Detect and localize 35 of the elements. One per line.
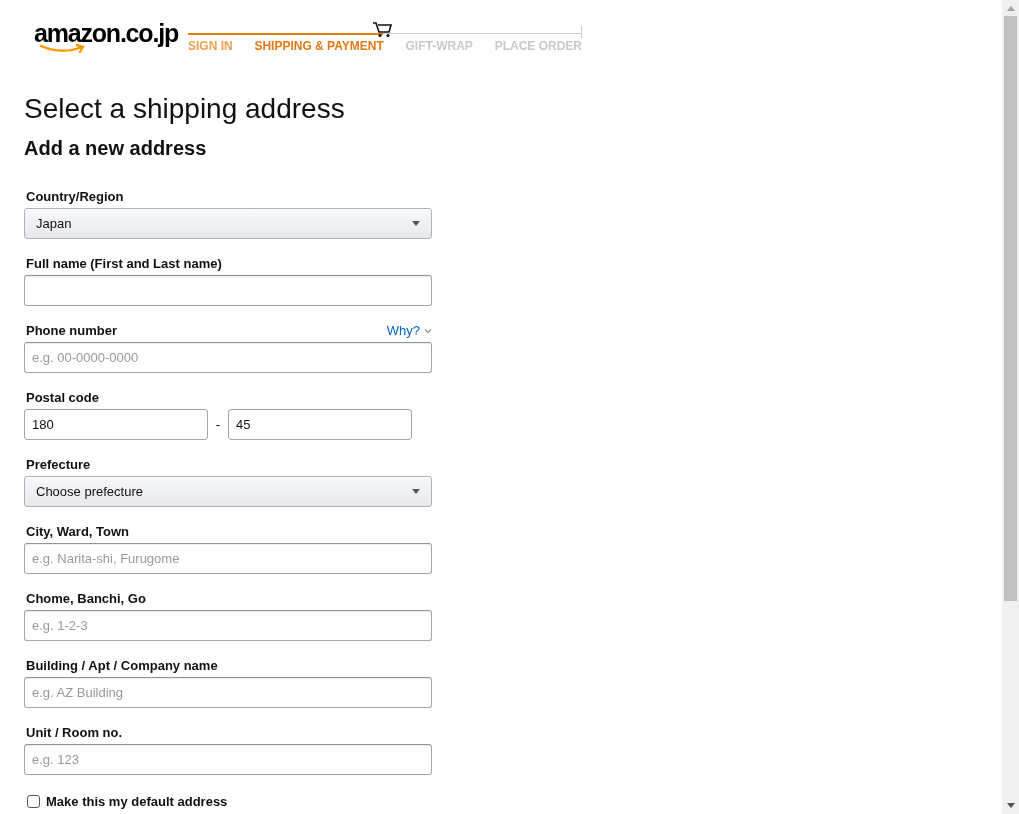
field-label: Chome, Banchi, Go (26, 591, 146, 607)
input-field[interactable]: 45 (228, 409, 412, 440)
field-label: Building / Apt / Company name (26, 658, 218, 674)
caret-icon (412, 489, 420, 494)
input-field[interactable] (24, 275, 432, 306)
input-field[interactable]: 180 (24, 409, 208, 440)
dropdown[interactable]: Japan (24, 208, 432, 239)
field-label: Full name (First and Last name) (26, 256, 222, 272)
separator-text: - (214, 415, 222, 434)
scroll-down-icon[interactable] (1006, 803, 1015, 808)
scroll-up-icon[interactable] (1006, 6, 1015, 11)
field-label: Unit / Room no. (26, 725, 123, 741)
section-heading: Add a new address (24, 136, 208, 161)
input-field[interactable]: e.g. 00-0000-0000 (24, 342, 432, 373)
caret-icon (412, 221, 420, 226)
field-label: Phone number (26, 323, 117, 339)
logo[interactable]: amazon.co.jp (34, 18, 178, 53)
progress-step: SIGN IN (187, 37, 233, 55)
checkbox-label: Make this my default address (46, 793, 228, 811)
input-field[interactable]: e.g. 1-2-3 (24, 610, 432, 641)
chevron-icon (424, 328, 432, 334)
page-title: Select a shipping address (24, 92, 346, 126)
input-field[interactable]: e.g. Narita-shi, Furugome (24, 543, 432, 574)
dropdown[interactable]: Choose prefecture (24, 476, 432, 507)
input-field[interactable]: e.g. 123 (24, 744, 432, 775)
field-label: Country/Region (26, 189, 124, 205)
progress-step: SHIPPING & PAYMENT (254, 37, 384, 55)
field-label: Postal code (26, 390, 99, 406)
cart-icon (373, 22, 393, 38)
why-link[interactable]: Why? (386, 323, 432, 339)
scrollbar[interactable] (1002, 0, 1019, 814)
field-label: Prefecture (26, 457, 91, 473)
checkbox[interactable] (27, 795, 40, 809)
input-field[interactable]: e.g. AZ Building (24, 677, 432, 708)
field-label: City, Ward, Town (26, 524, 130, 540)
